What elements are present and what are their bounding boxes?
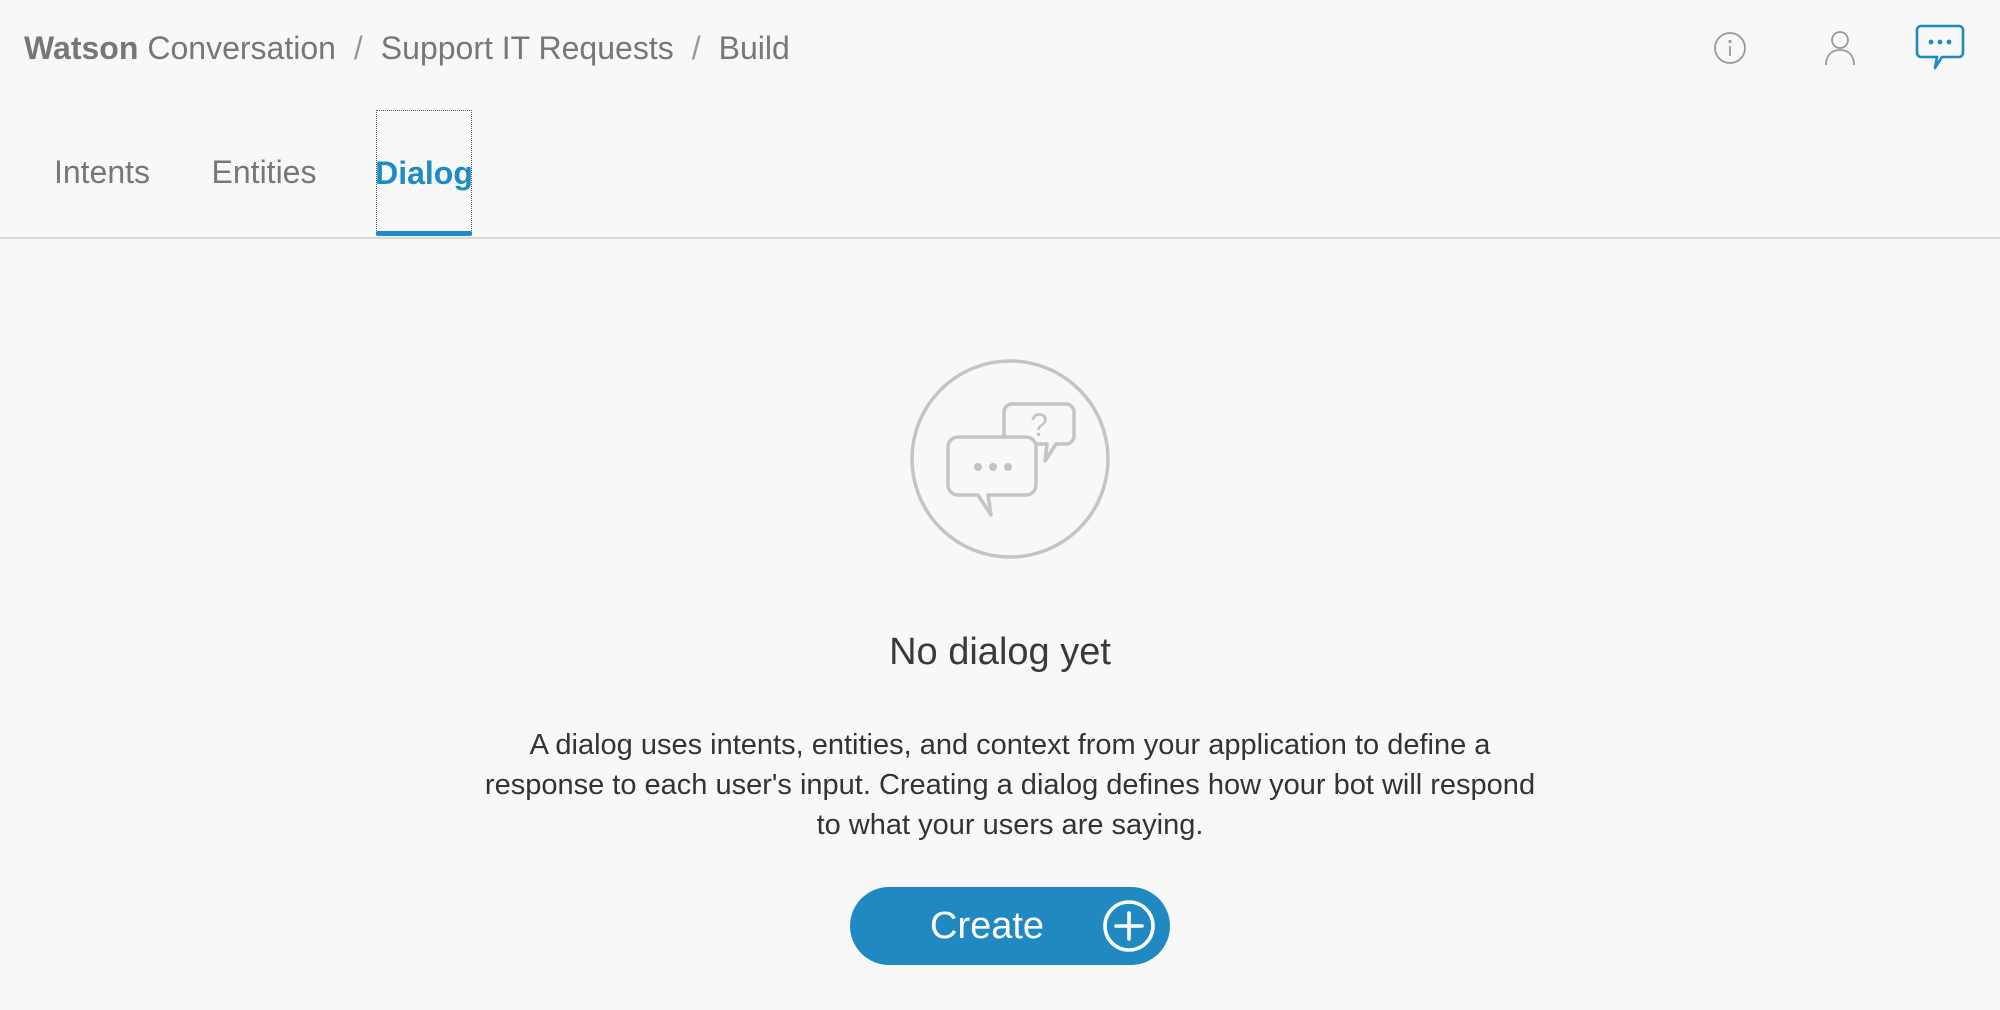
breadcrumb-workspace[interactable]: Support IT Requests (381, 30, 674, 67)
plus-circle-icon (1103, 900, 1155, 952)
top-header: Watson Conversation / Support IT Request… (0, 0, 2000, 96)
info-icon[interactable] (1710, 28, 1750, 68)
create-button-label: Create (930, 905, 1045, 947)
dialog-bubbles-icon: ? (908, 357, 1112, 561)
breadcrumb-separator: / (691, 29, 701, 66)
breadcrumb-page: Build (718, 29, 790, 66)
tab-bar: Intents Entities Dialog (0, 110, 2000, 239)
brand-name-light[interactable]: Conversation (147, 30, 336, 67)
breadcrumb-separator: / (353, 29, 363, 66)
app-root: Watson Conversation / Support IT Request… (0, 0, 2000, 1010)
empty-state-title: No dialog yet (889, 631, 1111, 673)
user-icon[interactable] (1820, 26, 1860, 70)
chat-icon[interactable] (1912, 20, 1968, 76)
create-button[interactable]: Create (850, 887, 1170, 965)
tab-dialog[interactable]: Dialog (375, 110, 473, 235)
active-tab-indicator (376, 231, 472, 236)
brand-name-bold[interactable]: Watson (24, 30, 138, 67)
breadcrumb: Watson Conversation / Support IT Request… (24, 24, 790, 72)
tab-intents[interactable]: Intents (44, 110, 160, 235)
tab-entities[interactable]: Entities (204, 110, 324, 235)
empty-state: ? No dialog yet A dialog uses intents, e… (0, 239, 2000, 1010)
empty-state-description: A dialog uses intents, entities, and con… (484, 729, 1536, 841)
